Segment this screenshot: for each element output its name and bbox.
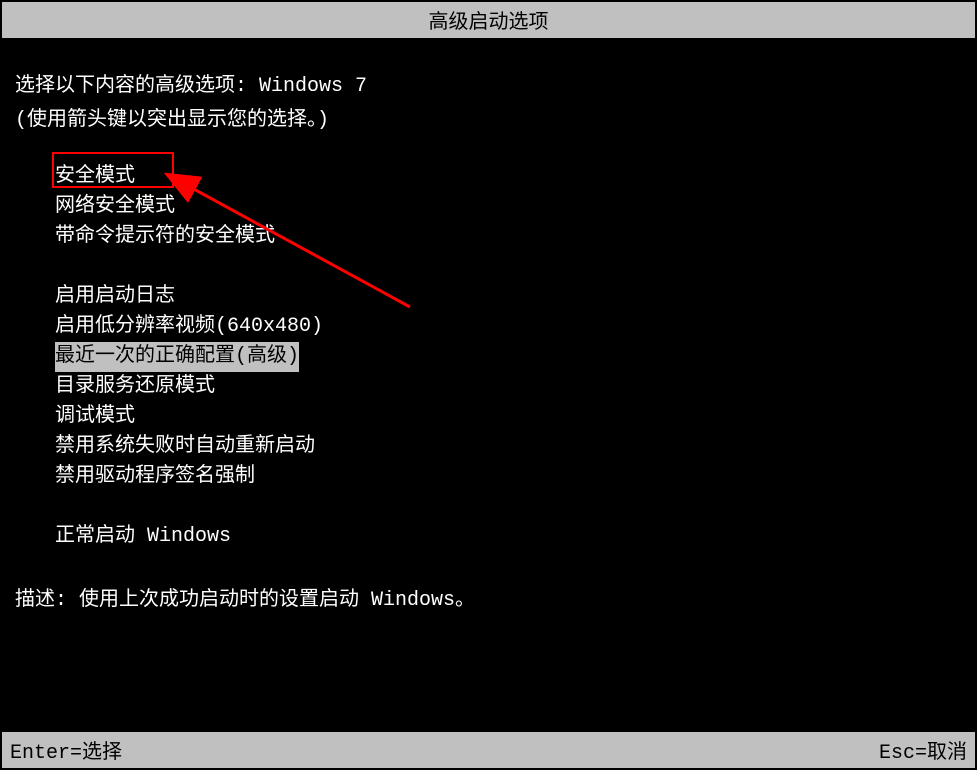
menu-label-selected: 最近一次的正确配置(高级) xyxy=(55,342,299,372)
menu-label: 启用启动日志 xyxy=(55,285,175,308)
title-bar: 高级启动选项 xyxy=(2,2,975,38)
footer-enter: Enter=选择 xyxy=(10,735,122,765)
menu-label: 正常启动 Windows xyxy=(55,525,231,548)
menu-item-last-known-good[interactable]: 最近一次的正确配置(高级) xyxy=(55,342,962,372)
menu-label: 带命令提示符的安全模式 xyxy=(55,225,275,248)
description-line: 描述: 使用上次成功启动时的设置启动 Windows。 xyxy=(15,582,962,612)
menu-label: 调试模式 xyxy=(55,405,135,428)
menu-item-bootlog[interactable]: 启用启动日志 xyxy=(55,282,962,312)
title-text: 高级启动选项 xyxy=(429,12,549,35)
menu-item-no-auto-restart[interactable]: 禁用系统失败时自动重新启动 xyxy=(55,432,962,462)
menu-item-safe-mode-cmd[interactable]: 带命令提示符的安全模式 xyxy=(55,222,962,252)
prompt-prefix: 选择以下内容的高级选项: xyxy=(15,75,259,98)
description-text: 使用上次成功启动时的设置启动 Windows。 xyxy=(79,589,475,612)
menu-label: 启用低分辨率视频(640x480) xyxy=(55,315,323,338)
content-area: 选择以下内容的高级选项: Windows 7 (使用箭头键以突出显示您的选择。)… xyxy=(0,38,977,612)
menu-item-ds-restore[interactable]: 目录服务还原模式 xyxy=(55,372,962,402)
footer-bar: Enter=选择 Esc=取消 xyxy=(2,732,975,768)
menu-item-lowres[interactable]: 启用低分辨率视频(640x480) xyxy=(55,312,962,342)
footer-esc: Esc=取消 xyxy=(879,735,967,765)
menu-item-debug[interactable]: 调试模式 xyxy=(55,402,962,432)
menu-label: 网络安全模式 xyxy=(55,195,175,218)
menu-label: 禁用驱动程序签名强制 xyxy=(55,465,255,488)
description-label: 描述: xyxy=(15,589,79,612)
menu-label: 目录服务还原模式 xyxy=(55,375,215,398)
prompt-line: 选择以下内容的高级选项: Windows 7 xyxy=(15,68,962,98)
menu-item-disable-sig[interactable]: 禁用驱动程序签名强制 xyxy=(55,462,962,492)
instruction-text: (使用箭头键以突出显示您的选择。) xyxy=(15,102,962,132)
menu-item-safe-mode[interactable]: 安全模式 xyxy=(55,162,962,192)
os-name: Windows 7 xyxy=(259,75,367,98)
boot-menu: 安全模式 网络安全模式 带命令提示符的安全模式 启用启动日志 启用低分辨率视频(… xyxy=(55,162,962,552)
menu-label: 禁用系统失败时自动重新启动 xyxy=(55,435,315,458)
menu-item-start-normally[interactable]: 正常启动 Windows xyxy=(55,522,962,552)
menu-label: 安全模式 xyxy=(55,165,135,188)
menu-item-safe-mode-network[interactable]: 网络安全模式 xyxy=(55,192,962,222)
